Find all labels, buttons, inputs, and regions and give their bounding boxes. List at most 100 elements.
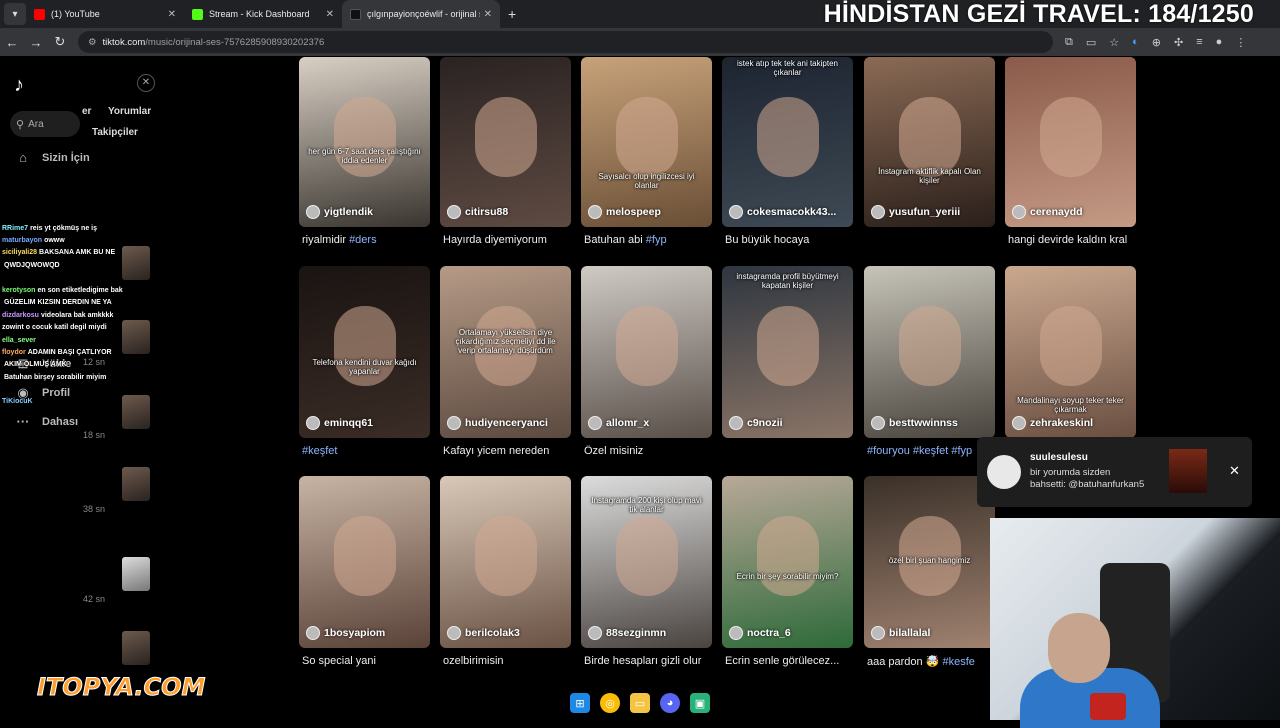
video-author[interactable]: citirsu88 bbox=[447, 205, 508, 219]
video-author[interactable]: 88sezginmn bbox=[588, 626, 666, 640]
tab-kick[interactable]: Stream - Kick Dashboard ✕ bbox=[184, 0, 342, 28]
tab-tiktok[interactable]: çılgınpayionçoéwlif - orijinal ses ✕ bbox=[342, 0, 500, 28]
video-author[interactable]: 1bosyapiom bbox=[306, 626, 385, 640]
search-input[interactable]: ⚲ Ara bbox=[10, 111, 80, 137]
video-card[interactable]: allomr_x bbox=[581, 266, 712, 438]
chat-message: dizdarkosu videolara bak amkkkk bbox=[2, 312, 113, 319]
extension-icon[interactable]: ⊕ bbox=[1152, 36, 1161, 49]
video-caption[interactable]: Birde hesapları gizli olur bbox=[584, 655, 724, 667]
video-card[interactable]: İnstagram aktiflik kapalı Olan kişiler yu… bbox=[864, 57, 995, 227]
video-card[interactable]: 1bosyapiom bbox=[299, 476, 430, 648]
video-author[interactable]: hudiyenceryanci bbox=[447, 416, 548, 430]
video-caption[interactable]: Batuhan abi #fyp bbox=[584, 234, 724, 246]
windows-start-icon[interactable]: ⊞ bbox=[570, 693, 590, 713]
video-caption[interactable]: riyalmidir #ders bbox=[302, 234, 442, 246]
extension-icon[interactable]: ◐ bbox=[1132, 36, 1139, 48]
tab-search-button[interactable]: ▾ bbox=[4, 3, 26, 25]
close-tab-icon[interactable]: ✕ bbox=[326, 9, 334, 20]
translate-icon[interactable]: ⧉ bbox=[1065, 36, 1073, 49]
video-card[interactable]: cerenaydd bbox=[1005, 57, 1136, 227]
extensions: ⧉ ▭ ☆ ◐ ⊕ ✣ ≡ ● ⋮ bbox=[1065, 36, 1246, 49]
chrome-icon[interactable]: ◎ bbox=[600, 693, 620, 713]
hashtag-link[interactable]: #fouryou #keşfet #fyp bbox=[867, 445, 972, 457]
nav-for-you[interactable]: ⌂ Sizin İçin bbox=[14, 150, 90, 165]
video-card[interactable]: instagramda profil büyütmeyi kapatan kiş… bbox=[722, 266, 853, 438]
video-author[interactable]: besttwwinnss bbox=[871, 416, 958, 430]
video-caption[interactable]: Hayırda diyemiyorum bbox=[443, 234, 583, 246]
video-card[interactable]: Telefona kendini duvar kağıdı yapanlar em… bbox=[299, 266, 430, 438]
video-caption[interactable]: #fouryou #keşfet #fyp bbox=[867, 445, 979, 457]
close-tab-icon[interactable]: ✕ bbox=[484, 9, 492, 20]
video-author[interactable]: yusufun_yeriii bbox=[871, 205, 960, 219]
back-icon[interactable]: ← bbox=[0, 35, 24, 50]
video-author[interactable]: c9nozii bbox=[729, 416, 783, 430]
comment-thumbnail[interactable] bbox=[122, 246, 150, 280]
comment-thumbnail[interactable] bbox=[122, 631, 150, 665]
tiktok-logo-icon[interactable]: ♪ bbox=[14, 74, 24, 97]
video-card[interactable]: berilcolak3 bbox=[440, 476, 571, 648]
video-card[interactable]: Ecrin bir şey sorabilir miyim? noctra_6 bbox=[722, 476, 853, 648]
video-author[interactable]: berilcolak3 bbox=[447, 626, 520, 640]
author-name: besttwwinnss bbox=[889, 417, 958, 429]
hashtag-link[interactable]: #keşfet bbox=[302, 445, 337, 457]
reading-list-icon[interactable]: ≡ bbox=[1196, 36, 1202, 48]
video-author[interactable]: cerenaydd bbox=[1012, 205, 1083, 219]
video-caption[interactable]: Özel misiniz bbox=[584, 445, 724, 457]
reload-icon[interactable]: ↻ bbox=[48, 34, 72, 50]
video-card[interactable]: Instagramda 200 kişi olup mavi tik alanl… bbox=[581, 476, 712, 648]
video-author[interactable]: yigtlendik bbox=[306, 205, 373, 219]
video-author[interactable]: cokesmacokk43... bbox=[729, 205, 836, 219]
comment-thumbnail[interactable] bbox=[122, 467, 150, 501]
hashtag-link[interactable]: #ders bbox=[349, 234, 377, 246]
nav-more[interactable]: ··· Dahası bbox=[14, 414, 79, 429]
video-author[interactable]: melospeep bbox=[588, 205, 661, 219]
hashtag-link[interactable]: #kesfe bbox=[942, 656, 974, 668]
tab-followers[interactable]: Takipçiler bbox=[92, 127, 138, 138]
hashtag-link[interactable]: #fyp bbox=[646, 234, 667, 246]
video-caption[interactable]: #keşfet bbox=[302, 445, 442, 457]
new-tab-button[interactable]: + bbox=[508, 6, 516, 22]
tab-youtube[interactable]: (1) YouTube ✕ bbox=[26, 0, 184, 28]
site-info-icon[interactable]: ⚙ bbox=[88, 37, 97, 48]
discord-icon[interactable]: ◕ bbox=[660, 693, 680, 713]
video-caption[interactable]: Bu büyük hocaya bbox=[725, 234, 865, 246]
video-author[interactable]: eminqq61 bbox=[306, 416, 373, 430]
comment-thumbnail[interactable] bbox=[122, 557, 150, 591]
video-card[interactable]: Mandalinayı soyup teker teker çıkarmak ze… bbox=[1005, 266, 1136, 438]
app-icon[interactable]: ▣ bbox=[690, 693, 710, 713]
video-card[interactable]: özel biri şuan hangimiz bilallalal bbox=[864, 476, 995, 648]
close-tab-icon[interactable]: ✕ bbox=[168, 9, 176, 20]
video-author[interactable]: zehrakeskinl bbox=[1012, 416, 1093, 430]
notification-thumbnail[interactable] bbox=[1169, 449, 1207, 493]
close-icon[interactable]: ✕ bbox=[1229, 463, 1240, 479]
cast-icon[interactable]: ▭ bbox=[1086, 36, 1096, 49]
video-card[interactable]: Sayısalcı olup ingilizcesi iyi olanlar me… bbox=[581, 57, 712, 227]
video-card[interactable]: Ortalamayı yükseltsin diye çıkardığımız … bbox=[440, 266, 571, 438]
video-caption[interactable]: ozelbirimisin bbox=[443, 655, 583, 667]
forward-icon[interactable]: → bbox=[24, 35, 48, 50]
puzzle-icon[interactable]: ✣ bbox=[1174, 36, 1183, 49]
tab-comments[interactable]: Yorumlar bbox=[108, 106, 151, 117]
video-caption[interactable]: So special yani bbox=[302, 655, 442, 667]
video-author[interactable]: bilallalal bbox=[871, 626, 930, 640]
video-overlay-text: Sayısalcı olup ingilizcesi iyi olanlar bbox=[598, 172, 695, 190]
video-author[interactable]: allomr_x bbox=[588, 416, 649, 430]
video-card[interactable]: citirsu88 bbox=[440, 57, 571, 227]
video-card[interactable]: besttwwinnss bbox=[864, 266, 995, 438]
menu-kebab-icon[interactable]: ⋮ bbox=[1235, 36, 1246, 49]
file-explorer-icon[interactable]: ▭ bbox=[630, 693, 650, 713]
comment-thumbnail[interactable] bbox=[122, 395, 150, 429]
close-icon[interactable]: ✕ bbox=[137, 74, 155, 92]
url-field[interactable]: ⚙ tiktok.com/music/orijinal-ses-75762859… bbox=[78, 31, 1053, 53]
mention-notification[interactable]: suulesulesu bir yorumda sizden bahsetti:… bbox=[977, 437, 1252, 507]
video-caption[interactable]: Kafayı yicem nereden bbox=[443, 445, 583, 457]
video-caption[interactable]: Ecrin senle görülecez... bbox=[725, 655, 865, 667]
video-card[interactable]: istek atıp tek tek ani takipten çıkanlar… bbox=[722, 57, 853, 227]
video-author[interactable]: noctra_6 bbox=[729, 626, 791, 640]
profile-avatar-icon[interactable]: ● bbox=[1216, 36, 1223, 48]
bookmark-star-icon[interactable]: ☆ bbox=[1109, 36, 1119, 49]
video-caption[interactable]: hangi devirde kaldın kral bbox=[1008, 234, 1148, 246]
video-caption[interactable]: aaa pardon 🤯 #kesfe bbox=[867, 655, 975, 668]
comment-thumbnail[interactable] bbox=[122, 320, 150, 354]
video-card[interactable]: her gün 6-7 saat ders çalıştığını iddia … bbox=[299, 57, 430, 227]
